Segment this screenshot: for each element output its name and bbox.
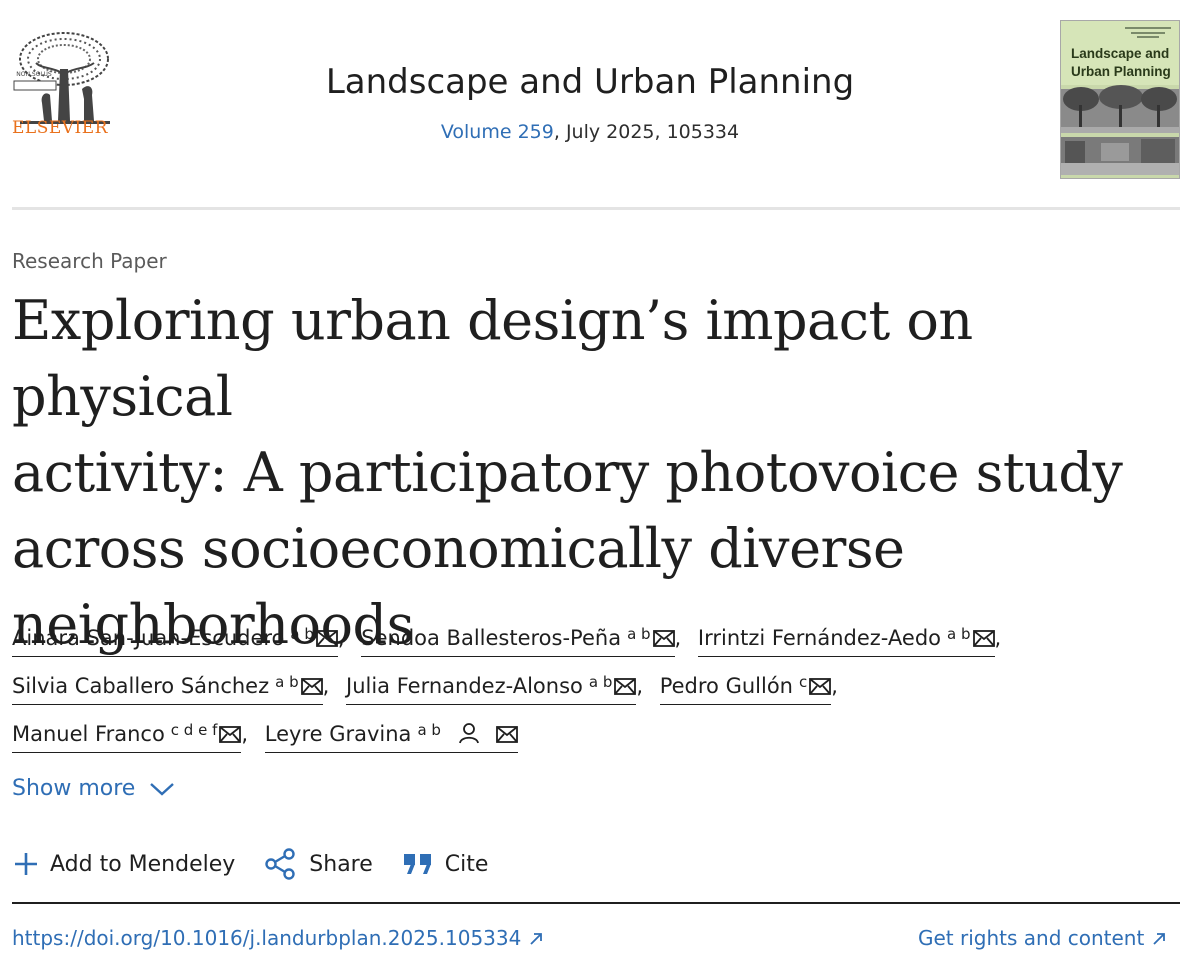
author-separator: , xyxy=(674,626,682,650)
author-link[interactable]: Manuel Franco c d e f xyxy=(12,721,242,753)
article-title: Exploring urban design’s impact on physi… xyxy=(12,283,1192,663)
issue-details: , July 2025, 105334 xyxy=(553,121,740,143)
email-icon xyxy=(315,630,338,647)
add-to-mendeley-label: Add to Mendeley xyxy=(50,851,236,877)
author-name: Irrintzi Fernández-Aedo xyxy=(697,626,942,650)
cover-title: Landscape and Urban Planning xyxy=(1071,45,1175,81)
cover-title-line-2: Urban Planning xyxy=(1071,64,1171,79)
quote-icon xyxy=(403,854,431,874)
article-type-label: Research Paper xyxy=(12,249,167,273)
author-name: Leyre Gravina xyxy=(264,722,412,746)
author-separator: , xyxy=(241,722,249,746)
author-link[interactable]: Julia Fernandez-Alonso a b xyxy=(346,673,637,705)
author-link[interactable]: Ainara San-Juan-Escudero a b xyxy=(12,625,338,657)
author-name: Pedro Gullón xyxy=(659,674,793,698)
actions-divider xyxy=(12,902,1180,904)
header-divider xyxy=(12,207,1180,210)
share-icon xyxy=(265,848,295,880)
title-line: across socioeconomically diverse xyxy=(12,517,905,580)
author-name: Sendoa Ballesteros-Peña xyxy=(361,626,622,650)
author-affiliations: a b xyxy=(290,625,314,643)
share-label: Share xyxy=(309,851,373,877)
plus-icon xyxy=(15,853,37,875)
article-actions: Add to Mendeley Share Cite xyxy=(14,848,488,880)
author-link[interactable]: Silvia Caballero Sánchez a b xyxy=(12,673,323,705)
email-icon xyxy=(300,678,323,695)
author-link[interactable]: Pedro Gullón c xyxy=(659,673,832,705)
author-name: Manuel Franco xyxy=(12,722,165,746)
author-affiliations: c xyxy=(799,673,808,691)
add-to-mendeley-button[interactable]: Add to Mendeley xyxy=(14,848,235,880)
author-list: Ainara San-Juan-Escudero a b, Sendoa Ball… xyxy=(12,612,1192,756)
share-button[interactable]: Share xyxy=(265,848,373,880)
show-more-button[interactable]: Show more xyxy=(12,776,175,801)
title-line: activity: A participatory photovoice stu… xyxy=(12,441,1123,504)
external-link-icon xyxy=(530,933,543,945)
author-name: Julia Fernandez-Alonso xyxy=(346,674,583,698)
author-affiliations: a b xyxy=(947,625,971,643)
cover-masthead xyxy=(1125,27,1171,38)
corresponding-author-person-icon xyxy=(458,723,479,744)
email-icon xyxy=(219,726,242,743)
author-link[interactable]: Leyre Gravina a b xyxy=(264,721,519,753)
cover-title-line-1: Landscape and xyxy=(1071,46,1170,61)
author-affiliations: a b xyxy=(588,673,613,691)
chevron-down-icon xyxy=(150,782,175,796)
cite-label: Cite xyxy=(444,851,489,877)
author-link[interactable]: Sendoa Ballesteros-Peña a b xyxy=(361,625,675,657)
volume-link[interactable]: Volume 259 xyxy=(441,121,554,143)
author-separator: , xyxy=(636,674,644,698)
doi-link[interactable]: https://doi.org/10.1016/j.landurbplan.20… xyxy=(12,926,543,950)
author-separator: , xyxy=(994,626,1002,650)
external-link-icon xyxy=(1153,933,1166,945)
author-separator: , xyxy=(322,674,330,698)
author-separator: , xyxy=(337,626,345,650)
journal-volume-info: Volume 259, July 2025, 105334 xyxy=(0,121,1180,143)
email-icon xyxy=(652,630,675,647)
author-affiliations: c d e f xyxy=(170,721,218,739)
journal-title: Landscape and Urban Planning xyxy=(0,62,1180,102)
author-link[interactable]: Irrintzi Fernández-Aedo a b xyxy=(697,625,995,657)
email-icon xyxy=(496,726,519,743)
email-icon xyxy=(972,630,995,647)
author-name: Silvia Caballero Sánchez xyxy=(12,674,270,698)
journal-title-link[interactable]: Landscape and Urban Planning xyxy=(326,62,854,102)
doi-text: https://doi.org/10.1016/j.landurbplan.20… xyxy=(12,926,522,950)
author-name: Ainara San-Juan-Escudero xyxy=(12,626,285,650)
get-rights-text: Get rights and content xyxy=(918,926,1145,950)
email-icon xyxy=(614,678,637,695)
title-line: Exploring urban design’s impact on physi… xyxy=(12,289,973,428)
cite-button[interactable]: Cite xyxy=(403,848,489,880)
email-icon xyxy=(809,678,832,695)
author-affiliations: a b xyxy=(275,673,299,691)
author-affiliations: a b xyxy=(627,625,651,643)
journal-cover-thumbnail[interactable]: Landscape and Urban Planning xyxy=(1060,20,1180,179)
author-affiliations: a b xyxy=(417,721,441,739)
cover-photo xyxy=(1061,85,1179,178)
show-more-label: Show more xyxy=(12,776,136,801)
author-separator: , xyxy=(831,674,838,698)
get-rights-link[interactable]: Get rights and content xyxy=(918,926,1166,950)
